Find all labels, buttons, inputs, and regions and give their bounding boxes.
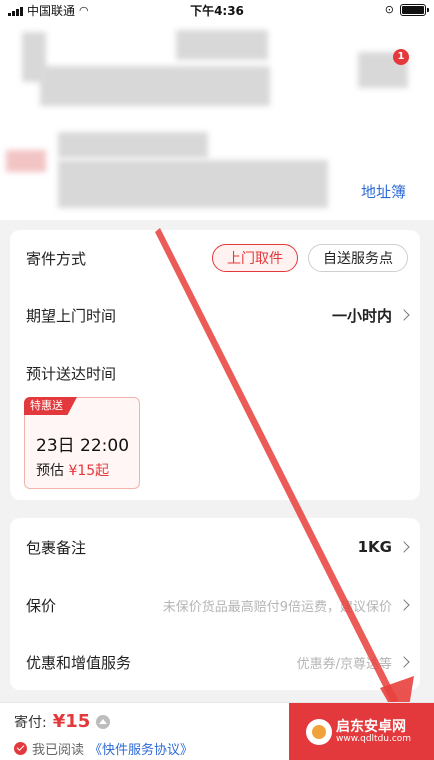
services-row[interactable]: 优惠和增值服务 优惠券/京尊达等 xyxy=(26,647,410,677)
eta-label: 预计送达时间 xyxy=(26,364,117,383)
eta-tag: 特惠送 xyxy=(24,397,77,415)
watermark-logo-icon xyxy=(306,719,332,745)
self-dropoff-option-button[interactable]: 自送服务点 xyxy=(308,244,408,272)
shipping-method-row: 寄件方式 上门取件 自送服务点 xyxy=(26,243,408,273)
agree-text: 我已阅读 xyxy=(32,743,85,758)
chevron-right-icon xyxy=(398,541,410,553)
insurance-row[interactable]: 保价 未保价货品最高赔付9倍运费，建议保价 xyxy=(26,590,410,620)
blurred-sender-name xyxy=(176,30,268,60)
package-note-label: 包裹备注 xyxy=(26,538,87,557)
eta-estimate-prefix: 预估 xyxy=(36,463,64,479)
pay-label: 寄付: xyxy=(14,714,47,731)
checkbox-checked-icon[interactable] xyxy=(14,742,27,755)
pickup-option-button[interactable]: 上门取件 xyxy=(212,244,298,272)
services-hint: 优惠券/京尊达等 xyxy=(296,656,392,672)
blurred-receiver-name xyxy=(58,132,208,158)
chevron-right-icon xyxy=(398,599,410,611)
chevron-up-icon[interactable] xyxy=(96,714,111,729)
eta-option-card[interactable]: 特惠送 23日 22:00 预估 ¥15起 xyxy=(24,397,140,489)
insurance-label: 保价 xyxy=(26,596,57,615)
watermark-url: www.qdltdu.com xyxy=(336,734,412,744)
notification-badge[interactable]: 1 xyxy=(393,49,409,65)
status-time: 下午4:36 xyxy=(190,4,244,18)
pickup-time-label: 期望上门时间 xyxy=(26,306,117,325)
package-note-row[interactable]: 包裹备注 1KG xyxy=(26,532,410,562)
battery-icon xyxy=(400,3,429,16)
address-book-link[interactable]: 地址簿 xyxy=(361,181,406,202)
package-details-card: 包裹备注 1KG 保价 未保价货品最高赔付9倍运费，建议保价 优惠和增值服务 优… xyxy=(10,518,420,690)
rotation-lock-icon: ⊙ xyxy=(384,3,394,16)
eta-estimate: 预估 ¥15起 xyxy=(36,460,109,480)
chevron-right-icon xyxy=(398,309,410,321)
blurred-sender-address xyxy=(40,66,270,106)
agreement-link[interactable]: 《快件服务协议》 xyxy=(89,739,193,758)
pickup-time-value: 一小时内 xyxy=(331,306,392,325)
package-note-value: 1KG xyxy=(357,538,392,556)
eta-datetime: 23日 22:00 xyxy=(36,436,130,456)
pickup-time-row[interactable]: 期望上门时间 一小时内 xyxy=(26,300,410,330)
eta-estimate-price: ¥15起 xyxy=(68,463,110,479)
pay-amount: ¥15 xyxy=(52,711,91,732)
eta-row: 预计送达时间 xyxy=(26,358,408,388)
insurance-hint: 未保价货品最高赔付9倍运费，建议保价 xyxy=(162,599,392,615)
blurred-receiver-icon xyxy=(6,150,46,172)
shipping-method-label: 寄件方式 xyxy=(26,249,87,268)
agreement-row: 我已阅读 《快件服务协议》 xyxy=(14,739,193,758)
watermark: 启东安卓网 www.qdltdu.com xyxy=(306,719,411,745)
watermark-name: 启东安卓网 xyxy=(336,719,406,735)
address-card[interactable]: 1 地址簿 xyxy=(0,20,434,220)
status-bar: 中国联通 ◠ 下午4:36 ⊙ xyxy=(0,0,434,20)
services-label: 优惠和增值服务 xyxy=(26,653,132,672)
chevron-right-icon xyxy=(398,656,410,668)
payment-summary: 寄付: ¥15 xyxy=(14,711,111,732)
shipping-options-card: 寄件方式 上门取件 自送服务点 期望上门时间 一小时内 预计送达时间 特惠送 2… xyxy=(10,230,420,500)
blurred-receiver-address xyxy=(58,160,328,208)
